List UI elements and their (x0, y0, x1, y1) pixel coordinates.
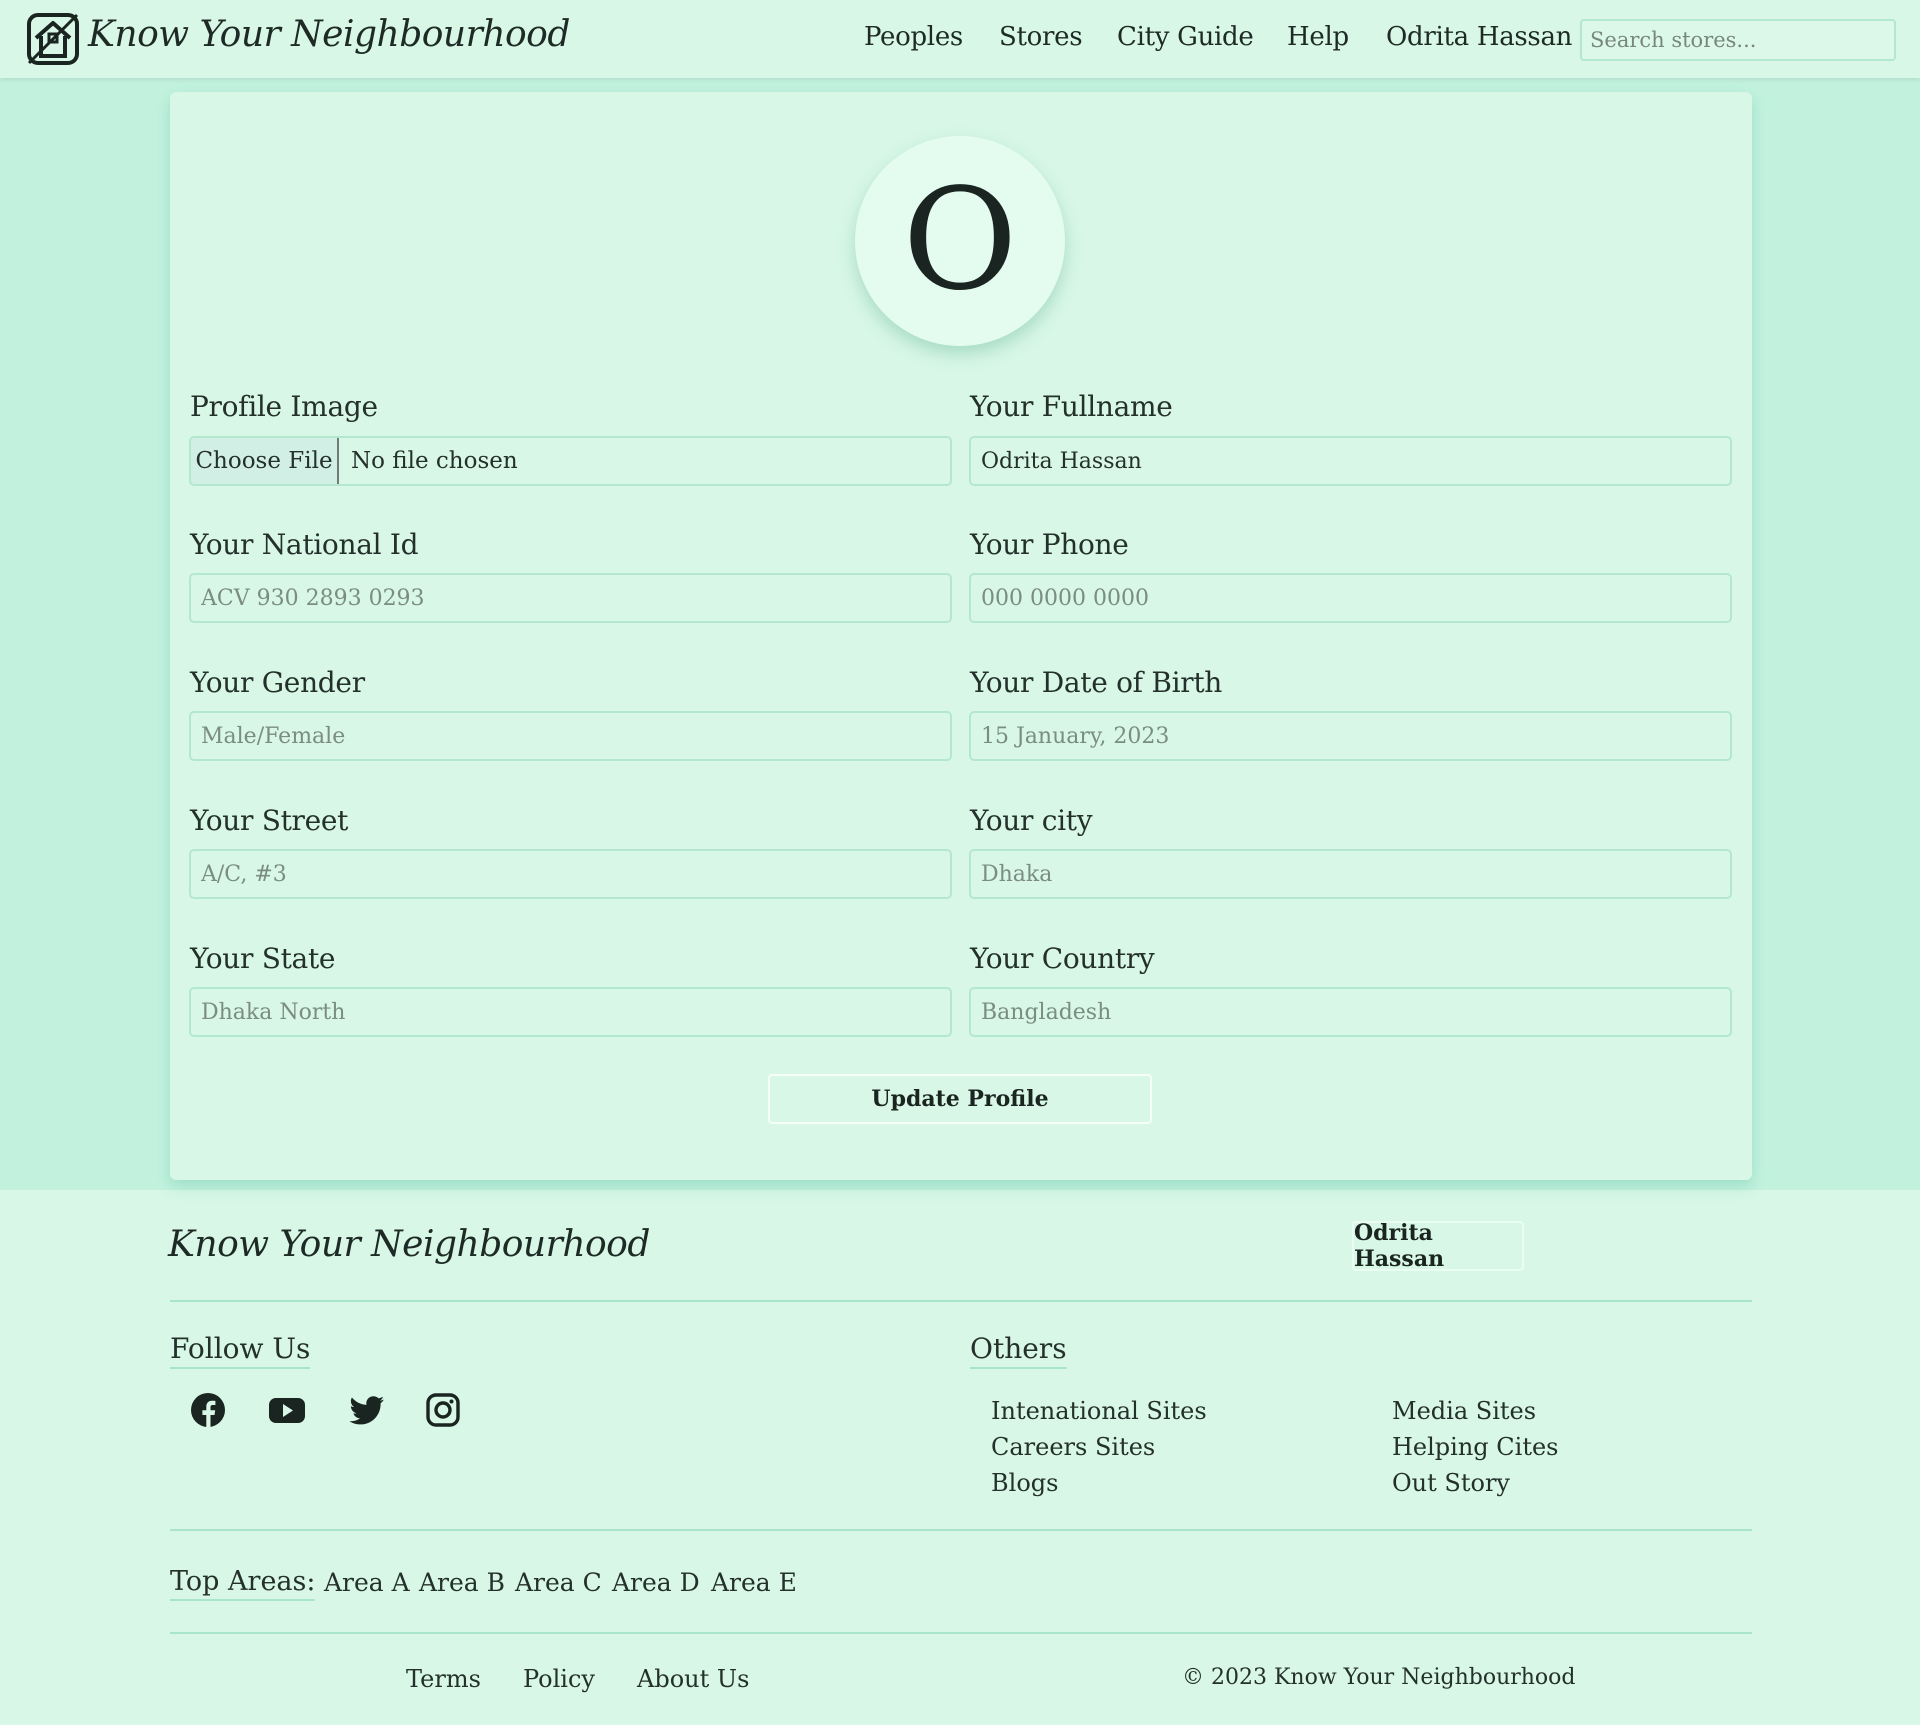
profile-image-file-input[interactable]: Choose File No file chosen (189, 436, 952, 486)
copyright-text: © 2023 Know Your Neighbourhood (1182, 1665, 1576, 1690)
nav-link-stores[interactable]: Stores (999, 22, 1083, 52)
profile-image-label: Profile Image (190, 390, 378, 423)
gender-field[interactable] (189, 711, 952, 761)
nav-link-help[interactable]: Help (1287, 22, 1349, 52)
national-id-label: Your National Id (190, 528, 419, 561)
area-link-d[interactable]: Area D (612, 1568, 700, 1597)
footer-user-button[interactable]: Odrita Hassan (1352, 1220, 1524, 1272)
street-label: Your Street (190, 804, 349, 837)
twitter-icon[interactable] (348, 1392, 386, 1428)
phone-field[interactable] (969, 573, 1732, 623)
search-input[interactable] (1580, 19, 1896, 61)
top-areas-label: Top Areas: (170, 1566, 316, 1601)
state-field[interactable] (189, 987, 952, 1037)
dob-label: Your Date of Birth (970, 666, 1223, 699)
city-label: Your city (970, 804, 1093, 837)
choose-file-button[interactable]: Choose File (191, 438, 339, 484)
top-navbar: Know Your Neighbourhood Peoples Stores C… (0, 0, 1920, 78)
footer-divider-3 (170, 1632, 1752, 1634)
dob-field[interactable] (969, 711, 1732, 761)
terms-link[interactable]: Terms (406, 1665, 481, 1693)
youtube-icon[interactable] (268, 1392, 306, 1428)
others-link-blogs[interactable]: Blogs (991, 1469, 1058, 1497)
others-link-our-story[interactable]: Out Story (1392, 1469, 1510, 1497)
follow-us-title: Follow Us (170, 1332, 311, 1369)
area-link-c[interactable]: Area C (515, 1568, 602, 1597)
brand-title[interactable]: Know Your Neighbourhood (88, 14, 570, 55)
city-field[interactable] (969, 849, 1732, 899)
nav-link-user[interactable]: Odrita Hassan (1386, 22, 1572, 52)
fullname-field[interactable] (969, 436, 1732, 486)
state-label: Your State (190, 942, 336, 975)
instagram-icon[interactable] (425, 1392, 461, 1428)
country-field[interactable] (969, 987, 1732, 1037)
phone-label: Your Phone (970, 528, 1129, 561)
others-link-helping[interactable]: Helping Cites (1392, 1433, 1559, 1461)
street-field[interactable] (189, 849, 952, 899)
policy-link[interactable]: Policy (523, 1665, 595, 1693)
others-link-media[interactable]: Media Sites (1392, 1397, 1536, 1425)
footer-divider (170, 1300, 1752, 1302)
country-label: Your Country (970, 942, 1155, 975)
nav-link-city-guide[interactable]: City Guide (1117, 22, 1254, 52)
avatar: O (855, 136, 1065, 346)
file-status-text: No file chosen (351, 448, 518, 474)
footer-divider-2 (170, 1529, 1752, 1531)
nav-link-peoples[interactable]: Peoples (864, 22, 963, 52)
facebook-icon[interactable] (190, 1392, 226, 1428)
about-us-link[interactable]: About Us (637, 1665, 749, 1693)
gender-label: Your Gender (190, 666, 365, 699)
others-link-international[interactable]: Intenational Sites (991, 1397, 1207, 1425)
update-profile-button[interactable]: Update Profile (768, 1074, 1152, 1124)
area-link-b[interactable]: Area B (419, 1568, 505, 1597)
house-logo-icon[interactable] (26, 12, 80, 66)
others-title: Others (970, 1332, 1067, 1369)
others-link-careers[interactable]: Careers Sites (991, 1433, 1155, 1461)
area-link-e[interactable]: Area E (711, 1568, 797, 1597)
national-id-field[interactable] (189, 573, 952, 623)
fullname-label: Your Fullname (970, 390, 1173, 423)
footer-brand[interactable]: Know Your Neighbourhood (168, 1224, 650, 1265)
area-link-a[interactable]: Area A (324, 1568, 410, 1597)
